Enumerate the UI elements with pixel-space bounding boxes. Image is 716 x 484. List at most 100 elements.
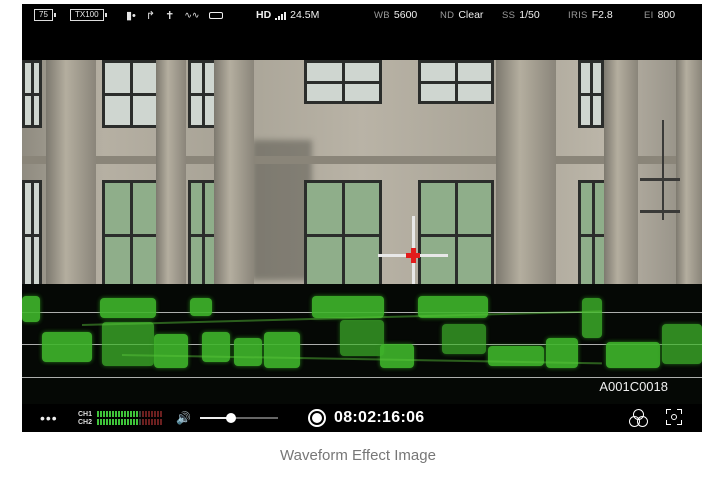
iris: IRIS F2.8: [568, 9, 613, 21]
clip-name: A001C0018: [599, 379, 668, 394]
figure-caption: Waveform Effect Image: [280, 447, 436, 464]
scene-floor-slab: [22, 156, 702, 164]
audio-meter-segment: [100, 411, 102, 417]
waveform-trace: [582, 298, 602, 338]
audio-meter-segment: [118, 419, 120, 425]
scene-pillar: [496, 60, 556, 284]
volume-slider[interactable]: [200, 413, 278, 423]
audio-meter-segment: [109, 411, 111, 417]
video-format: HD 24.5M: [256, 9, 319, 21]
iris-label: IRIS: [568, 9, 588, 21]
card-icon: ▮•: [126, 10, 136, 22]
waveform-trace: [264, 332, 300, 368]
audio-meter-segment: [154, 419, 156, 425]
audio-meter-segment: [139, 419, 141, 425]
audio-meter-row: CH2: [78, 418, 162, 426]
audio-meter-segment: [142, 411, 144, 417]
more-menu-icon[interactable]: •••: [40, 410, 58, 426]
waveform-trace: [22, 296, 40, 322]
wb-value: 5600: [393, 9, 418, 21]
waveform-trace: [312, 296, 384, 318]
focus-crosshair[interactable]: [378, 216, 448, 284]
waveform-trace: [100, 298, 156, 318]
scene-pillar: [604, 60, 638, 284]
audio-meter-segment: [133, 419, 135, 425]
waveform-trace: [340, 320, 384, 356]
scene-window: [578, 60, 604, 128]
camera-monitor: 75 TX100 ▮• ↱ ✝ ∿∿ HD 24.5M WB 5600 ND C…: [22, 4, 702, 432]
waveform-trace: [190, 298, 212, 316]
scene-railing: [640, 178, 680, 181]
nd-label: ND: [440, 9, 455, 21]
waveform-trace: [380, 344, 414, 368]
scene-railing: [640, 210, 680, 213]
audio-meter-segment: [115, 411, 117, 417]
volume-icon[interactable]: 🔊: [176, 411, 191, 425]
usb-icon: ↱: [145, 10, 156, 22]
timecode: 08:02:16:06: [334, 409, 425, 426]
scene-window: [22, 180, 42, 284]
audio-meter-segment: [145, 411, 147, 417]
crosshair-center-v: [411, 248, 416, 263]
audio-meter-segment: [100, 419, 102, 425]
audio-meter-segment: [130, 411, 132, 417]
tx-battery-indicator: TX100: [70, 9, 107, 21]
audio-meter-segment: [157, 419, 159, 425]
audio-meter-segment: [124, 411, 126, 417]
audio-meter-segment: [139, 411, 141, 417]
capture-icon[interactable]: [666, 409, 682, 425]
waveform-trace: [234, 338, 262, 366]
scene-window: [304, 180, 382, 284]
audio-meter-segment: [148, 419, 150, 425]
audio-meter-bar: [97, 419, 162, 425]
scene-window: [102, 180, 160, 284]
bitrate-value: 24.5M: [290, 9, 320, 21]
audio-meter-segment: [133, 411, 135, 417]
audio-meter-segment: [127, 411, 129, 417]
color-channels-icon[interactable]: [628, 408, 648, 428]
audio-meter-segment: [106, 411, 108, 417]
audio-meter-segment: [97, 419, 99, 425]
audio-meter-segment: [160, 411, 162, 417]
audio-meter-segment: [145, 419, 147, 425]
channel-label: CH2: [78, 418, 93, 426]
audio-meter-segment: [118, 411, 120, 417]
camera-preview[interactable]: [22, 60, 702, 284]
ei-value: 800: [657, 9, 676, 21]
audio-meter-segment: [148, 411, 150, 417]
audio-meter-segment: [157, 411, 159, 417]
nd-value: Clear: [458, 9, 484, 21]
waveform-trace: [442, 324, 486, 354]
signal-icon: [275, 11, 287, 20]
volume-knob[interactable]: [226, 413, 237, 423]
resolution-value: HD: [256, 9, 272, 21]
scene-pillar: [676, 60, 702, 284]
record-button[interactable]: [308, 409, 326, 427]
wireless-icon: ∿∿: [184, 10, 200, 20]
capture-lens: [671, 414, 677, 420]
audio-meter-row: CH1: [78, 410, 162, 418]
audio-meter-segment: [130, 419, 132, 425]
audio-meter-segment: [154, 411, 156, 417]
nd-filter: ND Clear: [440, 9, 483, 21]
channel-label: CH1: [78, 410, 93, 418]
white-balance: WB 5600: [374, 9, 417, 21]
audio-meter-segment: [103, 411, 105, 417]
audio-meter-segment: [112, 411, 114, 417]
audio-meter-segment: [121, 419, 123, 425]
ss-value: 1/50: [519, 9, 540, 21]
audio-meter-segment: [151, 411, 153, 417]
audio-meter-segment: [136, 411, 138, 417]
audio-meter-segment: [97, 411, 99, 417]
tx-battery-icon: TX100: [70, 9, 107, 21]
scene-window: [304, 60, 382, 104]
waveform-gridline: [22, 377, 702, 378]
audio-meters: CH1 CH2: [78, 410, 162, 426]
scene-pillar: [46, 60, 96, 284]
scene-pillar: [156, 60, 186, 284]
wb-label: WB: [374, 9, 390, 21]
waveform-trace: [102, 322, 154, 366]
battery-icon: 75: [34, 9, 56, 21]
battery-level: 75: [39, 10, 48, 19]
scene-window: [418, 60, 494, 104]
